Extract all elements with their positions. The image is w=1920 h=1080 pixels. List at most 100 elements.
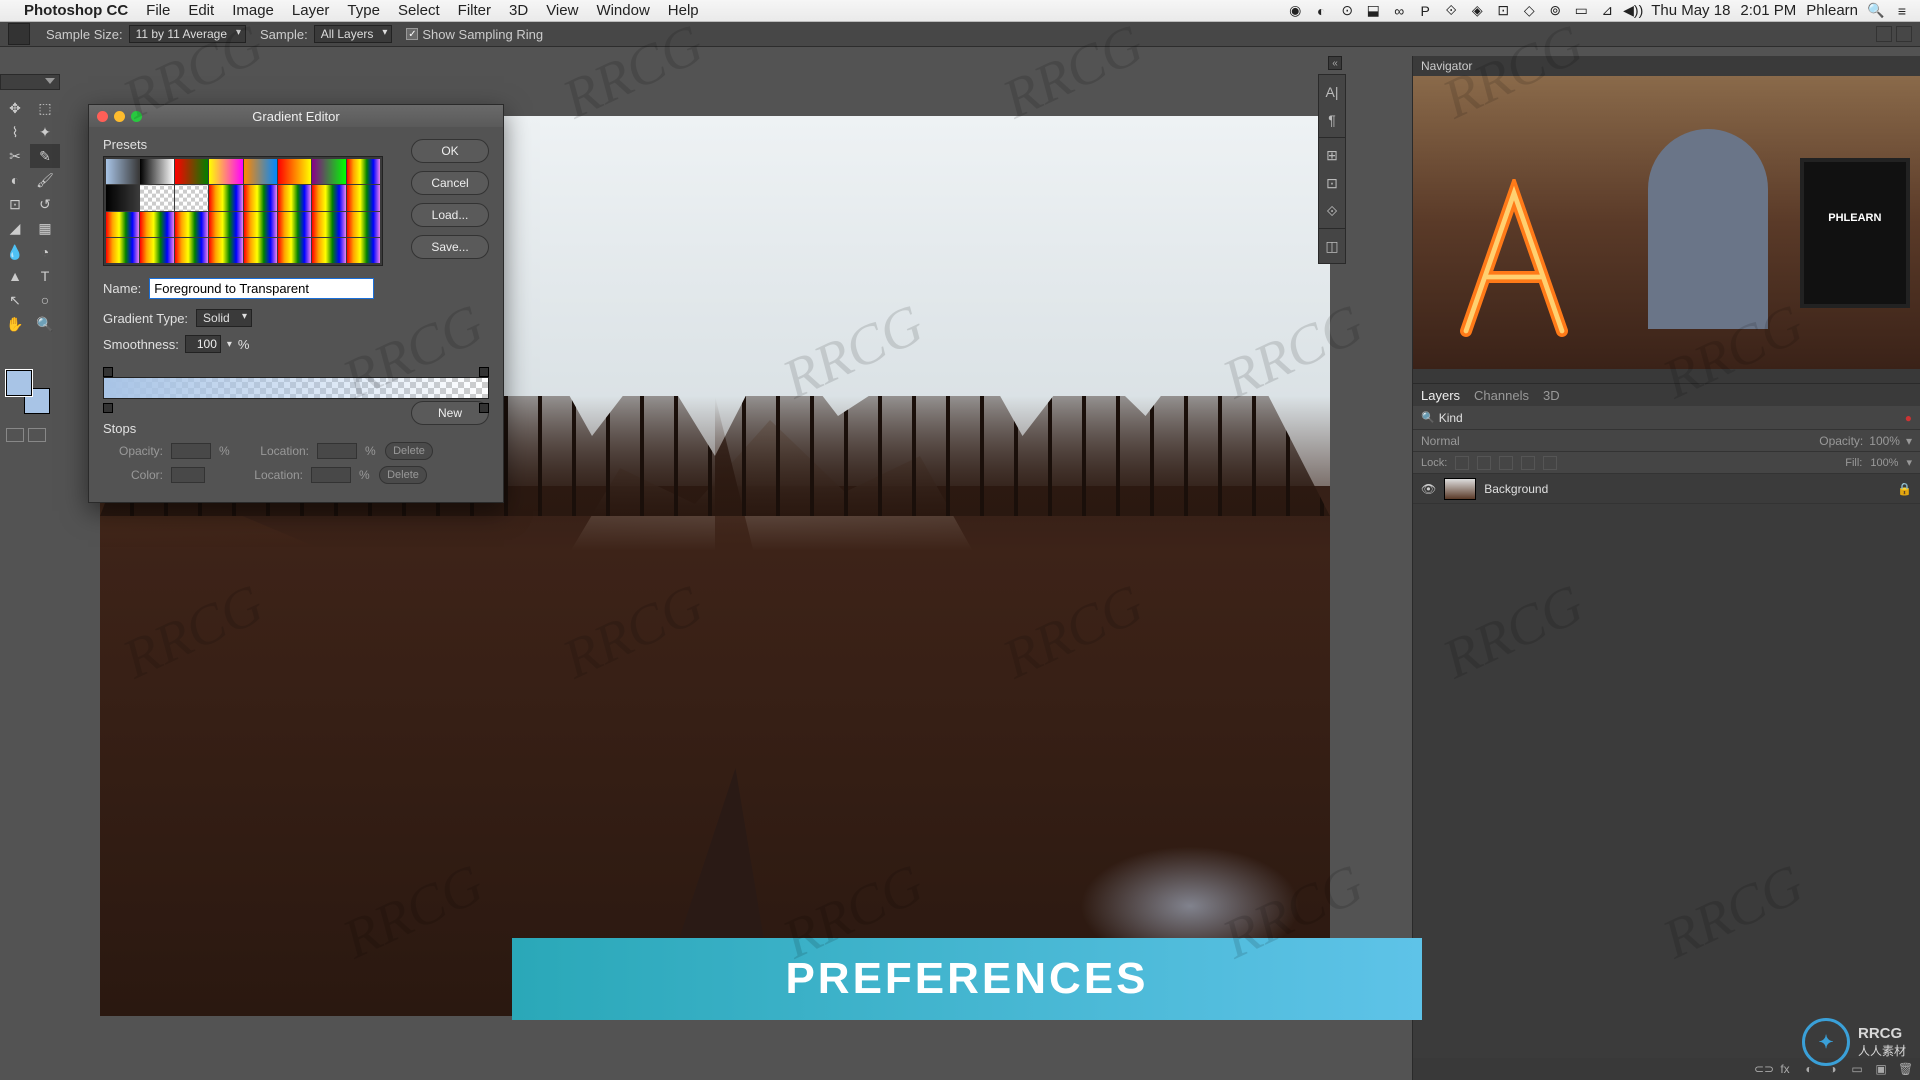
display-icon[interactable]: ▭ [1573, 3, 1589, 19]
sample-select[interactable]: All Layers [314, 25, 393, 43]
lock-all-icon[interactable] [1543, 456, 1557, 470]
close-icon[interactable] [97, 111, 108, 122]
panel-icon[interactable]: ◫ [1319, 233, 1345, 259]
preset-swatch[interactable] [278, 185, 311, 210]
quickmask-icon[interactable] [6, 428, 24, 442]
opacity-stop[interactable] [479, 367, 489, 377]
sys-icon[interactable]: ◉ [1287, 3, 1303, 19]
current-tool-icon[interactable] [8, 23, 30, 45]
preset-swatch[interactable] [347, 238, 380, 263]
foreground-color-swatch[interactable] [6, 370, 32, 396]
ok-button[interactable]: OK [411, 139, 489, 163]
volume-icon[interactable]: ◀)) [1625, 3, 1641, 19]
lock-transparency-icon[interactable] [1455, 456, 1469, 470]
path-tool-icon[interactable]: ↖ [0, 288, 30, 312]
menu-file[interactable]: File [146, 2, 170, 19]
dropbox-icon[interactable]: ◇ [1521, 3, 1537, 19]
preset-swatch[interactable] [175, 238, 208, 263]
gradient-preview[interactable] [103, 377, 489, 399]
preset-swatch[interactable] [312, 159, 345, 184]
stamp-tool-icon[interactable]: ⊡ [0, 192, 30, 216]
preset-swatch[interactable] [175, 159, 208, 184]
preset-swatch[interactable] [312, 238, 345, 263]
sys-icon[interactable]: ◈ [1469, 3, 1485, 19]
preset-swatch[interactable] [209, 212, 242, 237]
menu-edit[interactable]: Edit [188, 2, 214, 19]
preset-swatch[interactable] [106, 159, 139, 184]
cancel-button[interactable]: Cancel [411, 171, 489, 195]
fill-value[interactable]: 100% [1870, 457, 1898, 469]
show-ring-checkbox[interactable]: ✓ [406, 28, 418, 40]
preset-swatch[interactable] [209, 238, 242, 263]
dodge-tool-icon[interactable]: ◔ [30, 240, 60, 264]
crop-tool-icon[interactable]: ✂ [0, 144, 30, 168]
preset-swatch[interactable] [347, 185, 380, 210]
menu-layer[interactable]: Layer [292, 2, 330, 19]
preset-swatch[interactable] [278, 212, 311, 237]
sys-icon[interactable]: ◐ [1313, 3, 1329, 19]
preset-swatch[interactable] [140, 238, 173, 263]
eraser-tool-icon[interactable]: ◢ [0, 216, 30, 240]
preset-swatch[interactable] [278, 238, 311, 263]
sys-icon[interactable]: P [1417, 3, 1433, 19]
menu-type[interactable]: Type [347, 2, 380, 19]
sys-icon[interactable]: ⊙ [1339, 3, 1355, 19]
character-panel-icon[interactable]: A| [1319, 79, 1345, 105]
preset-swatch[interactable] [106, 212, 139, 237]
gradient-type-select[interactable]: Solid [196, 309, 252, 327]
menu-window[interactable]: Window [596, 2, 649, 19]
shape-tool-icon[interactable]: ○ [30, 288, 60, 312]
fx-icon[interactable]: fx [1778, 1062, 1792, 1076]
preset-swatch[interactable] [347, 212, 380, 237]
minimize-icon[interactable] [114, 111, 125, 122]
eyedropper-tool-icon[interactable]: ✎ [30, 144, 60, 168]
save-button[interactable]: Save... [411, 235, 489, 259]
preset-swatch[interactable] [244, 212, 277, 237]
layer-row[interactable]: 👁 Background 🔒 [1413, 474, 1920, 504]
preset-swatch[interactable] [347, 159, 380, 184]
preset-swatch[interactable] [209, 185, 242, 210]
menubar-date[interactable]: Thu May 18 [1651, 2, 1730, 19]
layer-thumbnail[interactable] [1444, 478, 1476, 500]
spotlight-icon[interactable]: 🔍 [1868, 3, 1884, 19]
healing-tool-icon[interactable]: ◐ [0, 168, 30, 192]
tab-channels[interactable]: Channels [1474, 388, 1529, 403]
preset-swatch[interactable] [244, 238, 277, 263]
menubar-time[interactable]: 2:01 PM [1740, 2, 1796, 19]
preset-swatch[interactable] [175, 212, 208, 237]
navigator-tab[interactable]: Navigator [1421, 59, 1472, 73]
layer-name[interactable]: Background [1484, 482, 1548, 496]
preset-swatch[interactable] [106, 185, 139, 210]
brush-panel-icon[interactable]: ⊞ [1319, 142, 1345, 168]
menu-view[interactable]: View [546, 2, 578, 19]
lock-icon[interactable]: 🔒 [1897, 482, 1912, 496]
color-stop[interactable] [479, 403, 489, 413]
load-button[interactable]: Load... [411, 203, 489, 227]
lock-pixels-icon[interactable] [1477, 456, 1491, 470]
collapse-icon[interactable]: « [1328, 56, 1342, 70]
menu-help[interactable]: Help [668, 2, 699, 19]
hand-tool-icon[interactable]: ✋ [0, 312, 30, 336]
sample-size-select[interactable]: 11 by 11 Average [129, 25, 246, 43]
lasso-tool-icon[interactable]: ⌇ [0, 120, 30, 144]
name-input[interactable] [149, 278, 374, 299]
menu-select[interactable]: Select [398, 2, 440, 19]
history-brush-tool-icon[interactable]: ↺ [30, 192, 60, 216]
menu-image[interactable]: Image [232, 2, 274, 19]
bluetooth-icon[interactable]: ⊿ [1599, 3, 1615, 19]
visibility-icon[interactable]: 👁 [1421, 482, 1436, 496]
toolbox-handle[interactable] [0, 74, 60, 90]
panel-icon[interactable]: ⟐ [1319, 198, 1345, 224]
opacity-value[interactable]: 100% [1869, 434, 1900, 448]
sys-icon[interactable]: ⬓ [1365, 3, 1381, 19]
preset-swatch[interactable] [278, 159, 311, 184]
marquee-tool-icon[interactable]: ⬚ [30, 96, 60, 120]
color-stop[interactable] [103, 403, 113, 413]
preset-swatch[interactable] [244, 159, 277, 184]
blur-tool-icon[interactable]: 💧 [0, 240, 30, 264]
dialog-titlebar[interactable]: Gradient Editor [89, 105, 503, 127]
zoom-tool-icon[interactable]: 🔍 [30, 312, 60, 336]
wifi-icon[interactable]: ⊚ [1547, 3, 1563, 19]
notifications-icon[interactable]: ≡ [1894, 3, 1910, 19]
paragraph-panel-icon[interactable]: ¶ [1319, 107, 1345, 133]
